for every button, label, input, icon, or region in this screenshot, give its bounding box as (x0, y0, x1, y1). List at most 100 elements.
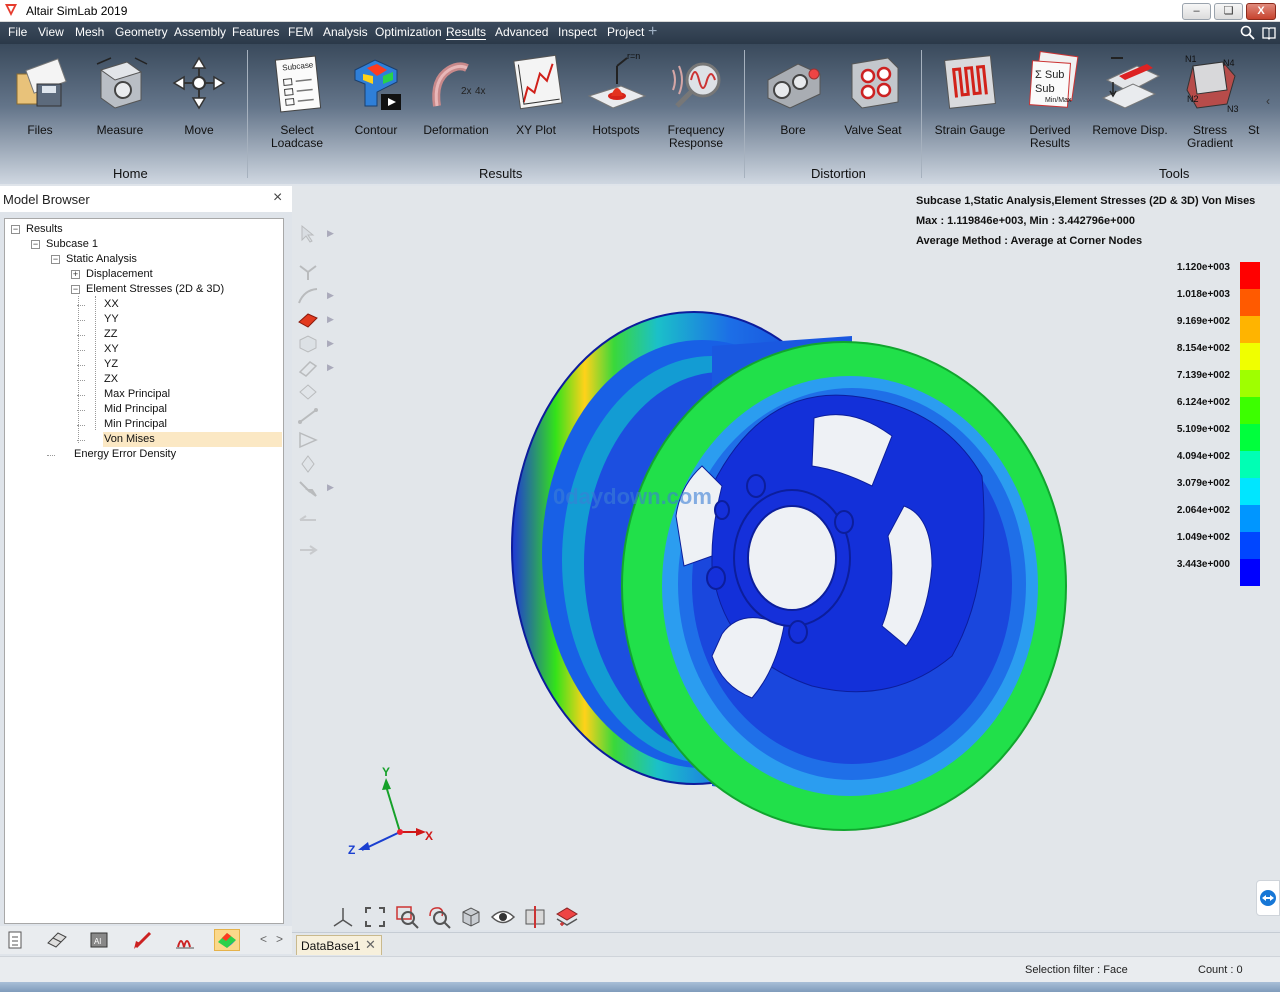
files-button[interactable]: Files (0, 50, 80, 160)
list-tab-icon[interactable] (2, 929, 28, 951)
fit-icon[interactable] (362, 904, 388, 930)
tree-item[interactable]: Subcase 1 (45, 237, 98, 252)
zoom-box-icon[interactable] (394, 904, 420, 930)
menu-results[interactable]: Results (446, 25, 487, 40)
model-browser-title: Model Browser (3, 192, 90, 207)
view-cube-icon[interactable] (458, 904, 484, 930)
display-icon[interactable] (554, 904, 580, 930)
graphics-viewport[interactable]: Y X Z (292, 186, 1280, 930)
redo-icon[interactable] (296, 538, 320, 558)
tree-item[interactable]: Results (25, 222, 63, 237)
model-browser-close-button[interactable]: × (273, 189, 282, 207)
curve-icon[interactable] (296, 286, 320, 306)
menu-mesh[interactable]: Mesh (75, 25, 104, 39)
tree-item[interactable]: XX (103, 297, 119, 312)
stress-gradient-button[interactable]: N1 N4 N2 N3 Stress Gradient (1170, 50, 1250, 160)
tab-scroll-right[interactable]: > (276, 932, 283, 946)
selection-toolbar: ▶ ▶ ▶ ▶ ▶ ▶ (296, 220, 336, 560)
tree-toggle[interactable]: − (71, 285, 80, 294)
point-icon[interactable] (296, 454, 320, 474)
tree-item[interactable]: Von Mises (103, 432, 282, 447)
menu-optimization[interactable]: Optimization (375, 25, 442, 39)
add-menu-button[interactable]: + (648, 23, 657, 41)
xy-plot-button[interactable]: XY Plot (496, 50, 576, 160)
tree-item[interactable]: Displacement (85, 267, 153, 282)
tree-item[interactable]: ZZ (103, 327, 117, 342)
wheel-model[interactable]: Y X Z (292, 186, 1280, 930)
tree-item[interactable]: Energy Error Density (73, 447, 176, 462)
menu-geometry[interactable]: Geometry (115, 25, 168, 39)
menu-inspect[interactable]: Inspect (558, 25, 597, 39)
edge-icon[interactable] (296, 358, 320, 378)
tree-item[interactable]: YY (103, 312, 119, 327)
tree-item[interactable]: Max Principal (103, 387, 170, 402)
legend-swatch (1240, 262, 1260, 289)
brush-icon[interactable] (296, 478, 320, 498)
materials-tab-icon[interactable]: Al (86, 929, 112, 951)
legend-swatch (1240, 478, 1260, 505)
bore-button[interactable]: Bore (753, 50, 833, 160)
tree-toggle[interactable]: + (71, 270, 80, 279)
select-icon[interactable] (296, 224, 320, 244)
ribbon: Files Measure Move Subcase Select Loadca… (0, 44, 1280, 184)
ribbon-scroll-arrow[interactable]: ‹ (1266, 94, 1270, 108)
tree-item[interactable]: XY (103, 342, 119, 357)
remove-disp-button[interactable]: Remove Disp. (1090, 50, 1170, 160)
minimize-button[interactable]: – (1182, 3, 1211, 20)
contour-button[interactable]: Contour (336, 50, 416, 160)
frequency-response-button[interactable]: Frequency Response (656, 50, 736, 160)
tree-item[interactable]: Element Stresses (2D & 3D) (85, 282, 224, 297)
menu-analysis[interactable]: Analysis (323, 25, 368, 39)
surface-icon[interactable] (296, 382, 320, 402)
snap-icon[interactable] (296, 262, 320, 282)
tree-item[interactable]: ZX (103, 372, 118, 387)
visibility-icon[interactable] (490, 904, 516, 930)
maximize-button[interactable]: ❏ (1214, 3, 1243, 20)
derived-results-button[interactable]: Σ Sub Sub Min/Max Derived Results (1010, 50, 1090, 160)
deformation-button[interactable]: 2x 4x Deformation (416, 50, 496, 160)
database-tab-close-icon[interactable]: ✕ (365, 937, 376, 953)
graph-tab-icon[interactable] (172, 929, 198, 951)
tree-toggle[interactable]: − (31, 240, 40, 249)
menu-assembly[interactable]: Assembly (174, 25, 226, 39)
select-loadcase-button[interactable]: Subcase Select Loadcase (257, 50, 337, 160)
legend-value: 4.094e+002 (1176, 451, 1230, 462)
move-button[interactable]: Move (159, 50, 239, 160)
database-tab[interactable]: DataBase1 ✕ (296, 935, 382, 955)
valve-seat-button[interactable]: Valve Seat (833, 50, 913, 160)
tree-toggle[interactable]: − (11, 225, 20, 234)
measure-button[interactable]: Measure (80, 50, 160, 160)
search-icon[interactable] (1240, 25, 1255, 40)
tree-toggle[interactable]: − (51, 255, 60, 264)
remote-control-widget[interactable] (1256, 880, 1280, 916)
menu-advanced[interactable]: Advanced (495, 25, 548, 39)
zoom-lasso-icon[interactable] (426, 904, 452, 930)
load-tab-icon[interactable] (130, 929, 156, 951)
line-icon[interactable] (296, 406, 320, 426)
tree-item[interactable]: Mid Principal (103, 402, 167, 417)
tree-item[interactable]: Static Analysis (65, 252, 137, 267)
solid-icon[interactable] (296, 334, 320, 354)
mesh-tab-icon[interactable] (44, 929, 70, 951)
menu-view[interactable]: View (38, 25, 64, 39)
tab-scroll-left[interactable]: < (260, 932, 267, 946)
menu-file[interactable]: File (8, 25, 27, 39)
results-tab[interactable] (214, 929, 240, 951)
menu-project[interactable]: Project (607, 25, 644, 39)
tree-connector (78, 296, 79, 443)
help-book-icon[interactable] (1262, 26, 1276, 40)
tree-item[interactable]: YZ (103, 357, 118, 372)
axes-icon[interactable] (330, 904, 356, 930)
undo-icon[interactable] (296, 510, 320, 530)
plane-icon[interactable] (296, 430, 320, 450)
close-button[interactable]: X (1246, 3, 1276, 20)
tree-item[interactable]: Min Principal (103, 417, 167, 432)
window-title: Altair SimLab 2019 (26, 4, 128, 18)
hotspots-button[interactable]: r=n Hotspots (576, 50, 656, 160)
result-title: Subcase 1,Static Analysis,Element Stress… (916, 195, 1256, 207)
menu-fem[interactable]: FEM (288, 25, 313, 39)
face-icon[interactable] (296, 310, 320, 330)
menu-features[interactable]: Features (232, 25, 279, 39)
section-icon[interactable] (522, 904, 548, 930)
strain-gauge-button[interactable]: Strain Gauge (930, 50, 1010, 160)
